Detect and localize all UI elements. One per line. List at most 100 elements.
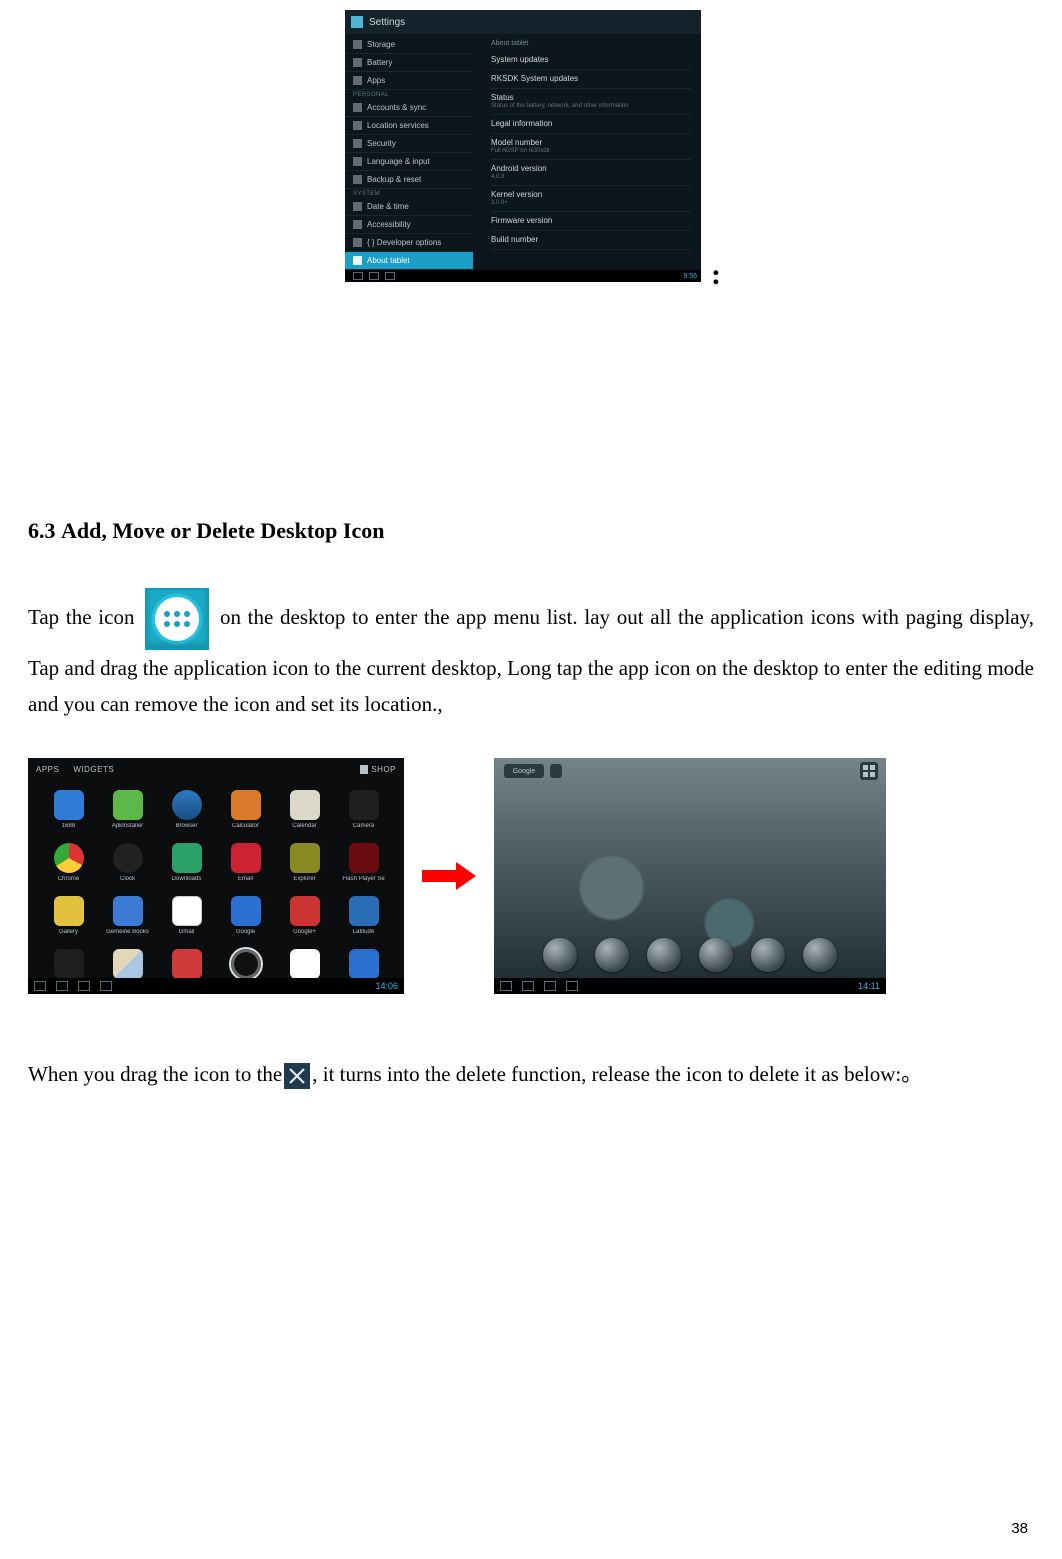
- dock-icon: [803, 938, 837, 972]
- app-item: Google+: [278, 896, 331, 935]
- app-label: Chrome: [58, 876, 79, 882]
- app-icon: [290, 843, 320, 873]
- app-label: ApkInstaller: [112, 823, 143, 829]
- desktop-screenshot: Google 14:11: [494, 758, 886, 994]
- app-icon: [290, 790, 320, 820]
- app-label: Gemeine Books: [106, 929, 149, 935]
- tab-widgets: WIDGETS: [73, 765, 114, 774]
- arrow-right-icon: [422, 862, 476, 890]
- section-heading: 6.3 Add, Move or Delete Desktop Icon: [28, 518, 1034, 544]
- home-icon: [369, 272, 379, 280]
- app-item: Gallery: [42, 896, 95, 935]
- app-item: Gemeine Books: [101, 896, 154, 935]
- app-label: Google: [236, 929, 255, 935]
- app-item: Calendar: [278, 790, 331, 829]
- app-item: Flash Player Se: [337, 843, 390, 882]
- app-item: Email: [219, 843, 272, 882]
- tab-apps: APPS: [36, 765, 59, 774]
- app-icon: [349, 949, 379, 979]
- dock-icon: [751, 938, 785, 972]
- search-widget: Google: [504, 764, 562, 778]
- app-icon: [231, 843, 261, 873]
- app-item: Latitude: [337, 896, 390, 935]
- app-label: Explorer: [293, 876, 315, 882]
- vol-icon: [566, 981, 578, 991]
- dock-icon: [647, 938, 681, 972]
- app-item: 1688: [42, 790, 95, 829]
- app-icon: [172, 843, 202, 873]
- app-label: Calculator: [232, 823, 259, 829]
- app-item: Google: [219, 896, 272, 935]
- app-label: Flash Player Se: [342, 876, 384, 882]
- page-number: 38: [1011, 1520, 1028, 1537]
- app-icon: [231, 949, 261, 979]
- app-icon: [113, 790, 143, 820]
- clock-text: 9:56: [683, 273, 697, 280]
- screenshots-row: APPS WIDGETS SHOP 1688 ApkInstaller Browse…: [28, 758, 1034, 994]
- app-item: ApkInstaller: [101, 790, 154, 829]
- app-label: Clock: [120, 876, 135, 882]
- app-item: Downloads: [160, 843, 213, 882]
- colon-punct: :: [711, 258, 721, 292]
- app-label: Email: [238, 876, 253, 882]
- apps-button-icon: [860, 762, 878, 780]
- app-label: Browser: [175, 823, 197, 829]
- paragraph-1: Tap the icon on the desktop to enter the…: [28, 588, 1034, 722]
- app-item: Explorer: [278, 843, 331, 882]
- home-icon: [522, 981, 534, 991]
- app-icon: [349, 790, 379, 820]
- app-icon: [172, 949, 202, 979]
- app-label: Camera: [353, 823, 374, 829]
- mic-icon: [550, 764, 562, 778]
- app-label: Gallery: [59, 929, 78, 935]
- app-icon: [113, 843, 143, 873]
- dock-icon: [699, 938, 733, 972]
- app-icon: [54, 843, 84, 873]
- back-icon: [500, 981, 512, 991]
- home-icon: [56, 981, 68, 991]
- apps-drawer-icon: [145, 588, 209, 650]
- gear-icon: [351, 16, 363, 28]
- settings-screenshot: Settings Storage Battery Apps PERSONAL A…: [345, 10, 717, 290]
- recents-icon: [78, 981, 90, 991]
- app-item: Calculator: [219, 790, 272, 829]
- app-icon: [290, 949, 320, 979]
- dock-icon: [595, 938, 629, 972]
- app-icon: [349, 896, 379, 926]
- shop-icon: [360, 765, 368, 774]
- clock-text: 14:06: [375, 981, 398, 991]
- app-icon: [231, 896, 261, 926]
- app-label: Google+: [293, 929, 316, 935]
- shop-button: SHOP: [360, 765, 396, 774]
- app-item: Clock: [101, 843, 154, 882]
- app-label: 1688: [62, 823, 75, 829]
- dock-icon: [543, 938, 577, 972]
- app-item: Camera: [337, 790, 390, 829]
- app-icon: [290, 896, 320, 926]
- clock-text: 14:11: [858, 981, 880, 991]
- app-icon: [54, 790, 84, 820]
- app-icon: [54, 896, 84, 926]
- paragraph-2: When you drag the icon to the , it turns…: [28, 1056, 1034, 1092]
- recents-icon: [385, 272, 395, 280]
- back-icon: [353, 272, 363, 280]
- vol-icon: [100, 981, 112, 991]
- app-icon: [54, 949, 84, 979]
- recents-icon: [544, 981, 556, 991]
- app-label: Calendar: [292, 823, 316, 829]
- app-item: Gmail: [160, 896, 213, 935]
- app-drawer-screenshot: APPS WIDGETS SHOP 1688 ApkInstaller Browse…: [28, 758, 404, 994]
- app-icon: [172, 790, 202, 820]
- app-icon: [349, 843, 379, 873]
- app-icon: [113, 896, 143, 926]
- app-label: Gmail: [179, 929, 195, 935]
- close-icon: [284, 1063, 310, 1089]
- app-item: Chrome: [42, 843, 95, 882]
- app-label: Downloads: [172, 876, 202, 882]
- settings-title: Settings: [369, 17, 405, 28]
- app-icon: [113, 949, 143, 979]
- app-icon: [172, 896, 202, 926]
- app-icon: [231, 790, 261, 820]
- back-icon: [34, 981, 46, 991]
- app-label: Latitude: [353, 929, 374, 935]
